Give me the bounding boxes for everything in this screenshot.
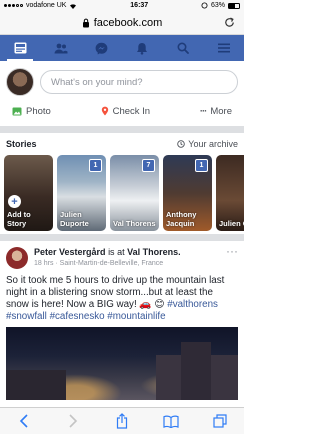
user-avatar[interactable] — [6, 68, 34, 96]
carrier-label: vodafone UK — [26, 2, 67, 9]
tab-messages[interactable] — [87, 35, 117, 61]
story-card[interactable]: 7 Val Thorens — [110, 155, 159, 231]
add-story-icon: + — [8, 195, 21, 208]
signal-icon — [4, 4, 23, 7]
hamburger-menu-icon — [217, 43, 230, 53]
share-icon — [116, 413, 128, 429]
location-pin-icon — [101, 106, 108, 116]
forward-button[interactable] — [63, 411, 83, 431]
story-card-add[interactable]: + Add to Story — [4, 155, 53, 231]
address-field[interactable]: facebook.com — [82, 17, 162, 29]
lock-icon — [82, 18, 89, 27]
story-name: Julien Cin — [219, 219, 244, 228]
check-in-label: Check In — [112, 105, 151, 117]
reload-icon[interactable] — [223, 16, 236, 29]
friends-icon — [54, 43, 68, 53]
your-archive-link[interactable]: Your archive — [177, 139, 238, 149]
wifi-icon — [70, 3, 77, 9]
battery-percent: 63% — [210, 2, 225, 9]
post-options-icon[interactable]: ··· — [226, 245, 238, 257]
status-input[interactable]: What's on your mind? — [40, 70, 238, 94]
news-feed-icon — [14, 42, 27, 54]
story-card[interactable]: 1 Anthony Jacquin — [163, 155, 212, 231]
tab-notifications[interactable] — [127, 35, 157, 61]
tab-news-feed[interactable] — [5, 35, 35, 61]
place-link[interactable]: Val Thorens. — [127, 247, 181, 257]
chevron-left-icon — [20, 414, 28, 428]
post-header: Peter Vestergård is at Val Thorens. 18 h… — [34, 247, 220, 269]
stories-section: Stories Your archive + Add to Story 1 Ju… — [0, 136, 244, 234]
messenger-icon — [95, 42, 108, 54]
clock-icon — [177, 140, 186, 148]
search-icon — [177, 42, 189, 54]
story-count-badge: 7 — [142, 159, 155, 172]
story-name: Julien Duporte — [60, 210, 89, 228]
story-name: Val Thorens — [113, 219, 156, 228]
bookmarks-button[interactable] — [161, 411, 181, 431]
url-bar[interactable]: facebook.com — [0, 11, 244, 35]
author-name[interactable]: Peter Vestergård — [34, 247, 106, 257]
more-dots-icon: ··· — [199, 105, 207, 117]
facebook-nav-bar — [0, 35, 244, 61]
section-divider — [0, 126, 244, 133]
more-label: More — [210, 105, 232, 117]
photo-label: Photo — [26, 105, 51, 117]
composer-actions: Photo Check In ··· More — [6, 96, 238, 126]
tab-friend-requests[interactable] — [46, 35, 76, 61]
story-count-badge: 1 — [195, 159, 208, 172]
book-icon — [163, 415, 179, 428]
tab-search[interactable] — [168, 35, 198, 61]
tabs-icon — [212, 414, 227, 428]
author-avatar[interactable] — [6, 247, 28, 269]
story-card[interactable]: 1 Julien Duporte — [57, 155, 106, 231]
more-button[interactable]: ··· More — [200, 106, 232, 117]
post-meta: 18 hrs · Saint-Martin-de-Belleville, Fra… — [34, 260, 164, 267]
photo-button[interactable]: Photo — [12, 106, 51, 117]
tab-menu[interactable] — [209, 35, 239, 61]
alarm-icon — [201, 2, 208, 9]
back-button[interactable] — [14, 411, 34, 431]
stories-title: Stories — [6, 139, 37, 149]
section-divider — [0, 234, 244, 241]
browser-toolbar — [0, 407, 244, 434]
story-card[interactable]: Julien Cin — [216, 155, 244, 231]
url-text: facebook.com — [93, 16, 163, 29]
feed-post: Peter Vestergård is at Val Thorens. 18 h… — [0, 241, 244, 400]
stories-tray[interactable]: + Add to Story 1 Julien Duporte 7 Val Th… — [0, 152, 244, 234]
tabs-button[interactable] — [210, 411, 230, 431]
post-body: So it took me 5 hours to drive up the mo… — [6, 275, 238, 323]
photo-icon — [12, 107, 22, 115]
story-name: Add to Story — [7, 210, 31, 228]
battery-icon — [228, 2, 240, 9]
bell-icon — [137, 42, 148, 55]
clock: 16:37 — [130, 2, 149, 9]
check-in-button[interactable]: Check In — [101, 105, 151, 117]
post-photo[interactable] — [6, 327, 238, 400]
story-name: Anthony Jacquin — [166, 210, 197, 228]
share-button[interactable] — [112, 411, 132, 431]
post-composer: What's on your mind? Photo Check In ··· … — [0, 61, 244, 126]
is-at-text: is at — [108, 247, 125, 257]
status-bar: vodafone UK 16:37 63% — [0, 0, 244, 11]
chevron-right-icon — [69, 414, 78, 428]
story-count-badge: 1 — [89, 159, 102, 172]
